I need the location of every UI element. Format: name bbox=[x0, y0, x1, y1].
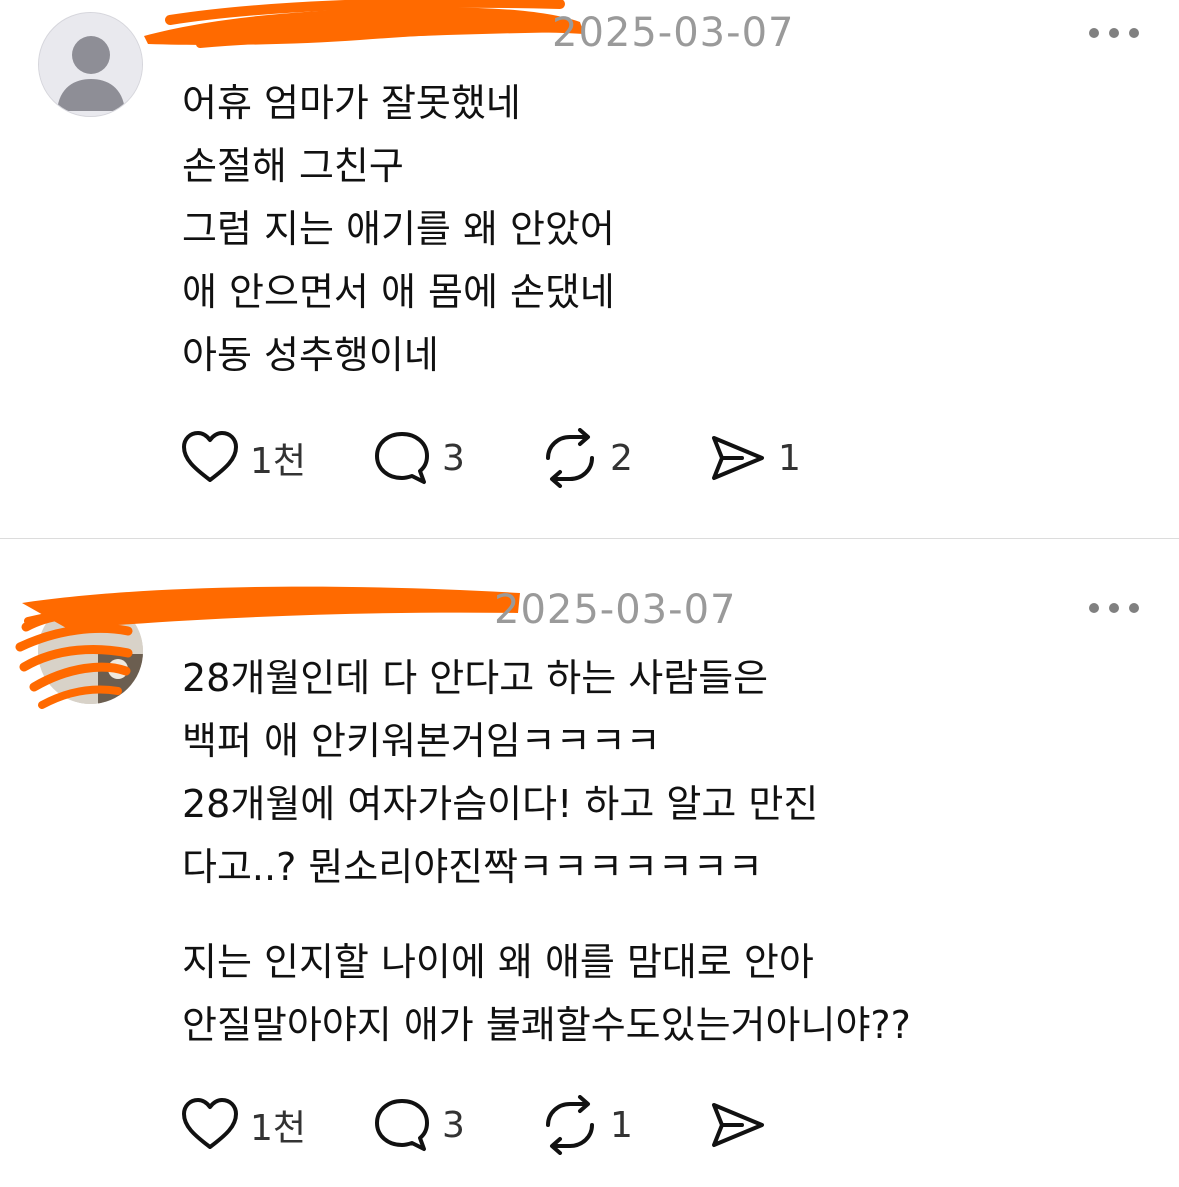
redacted-username-scribble bbox=[144, 0, 584, 48]
action-bar: 1천 3 1 bbox=[180, 1095, 880, 1155]
post-text-line: 28개월인데 다 안다고 하는 사람들은 bbox=[182, 656, 769, 700]
post-date: 2025-03-07 bbox=[494, 587, 737, 633]
repost-button[interactable]: 1 bbox=[540, 1095, 633, 1155]
post-card: 2025-03-07 28개월인데 다 안다고 하는 사람들은 백퍼 애 안키워… bbox=[0, 538, 1179, 1187]
post-text-line: 다고..? 뭔소리야진짝ㅋㅋㅋㅋㅋㅋㅋ bbox=[182, 845, 763, 889]
like-count: 1천 bbox=[250, 1108, 307, 1149]
post-text-line: 그럼 지는 애기를 왜 안았어 bbox=[182, 207, 615, 251]
heart-icon bbox=[182, 1098, 238, 1149]
default-avatar-icon bbox=[39, 13, 142, 116]
heart-icon bbox=[182, 431, 238, 482]
post-text-line: 아동 성추행이네 bbox=[182, 333, 439, 377]
reply-button[interactable]: 3 bbox=[372, 1095, 465, 1155]
action-bar: 1천 3 2 1 bbox=[180, 428, 880, 488]
repost-icon bbox=[546, 1095, 594, 1155]
like-count: 1천 bbox=[250, 441, 307, 482]
share-count: 1 bbox=[778, 437, 801, 479]
like-button[interactable]: 1천 bbox=[180, 428, 306, 488]
post-text-line: 손절해 그친구 bbox=[182, 144, 404, 188]
share-button[interactable] bbox=[708, 1095, 778, 1155]
share-send-icon bbox=[712, 436, 764, 480]
post-text-line: 안질말아야지 애가 불쾌할수도있는거아니야?? bbox=[182, 1003, 911, 1047]
more-dots-icon[interactable] bbox=[1089, 26, 1139, 40]
post-date: 2025-03-07 bbox=[552, 10, 795, 56]
reply-bubble-icon bbox=[375, 1099, 429, 1151]
post-card: 2025-03-07 어휴 엄마가 잘못했네 손절해 그친구 그럼 지는 애기를… bbox=[0, 0, 1179, 538]
share-send-icon bbox=[712, 1103, 764, 1147]
repost-button[interactable]: 2 bbox=[540, 428, 633, 488]
post-text-line: 지는 인지할 나이에 왜 애를 맘대로 안아 bbox=[182, 940, 814, 984]
post-body: 어휴 엄마가 잘못했네 손절해 그친구 그럼 지는 애기를 왜 안았어 애 안으… bbox=[182, 72, 1142, 387]
share-button[interactable]: 1 bbox=[708, 428, 801, 488]
repost-count: 2 bbox=[610, 437, 633, 479]
reply-count: 3 bbox=[442, 1104, 465, 1146]
reply-button[interactable]: 3 bbox=[372, 428, 465, 488]
post-text-line: 어휴 엄마가 잘못했네 bbox=[182, 81, 521, 125]
reply-count: 3 bbox=[442, 437, 465, 479]
post-text-line: 28개월에 여자가슴이다! 하고 알고 만진 bbox=[182, 782, 819, 826]
repost-count: 1 bbox=[610, 1104, 633, 1146]
post-text-line: 애 안으면서 애 몸에 손댔네 bbox=[182, 270, 615, 314]
like-button[interactable]: 1천 bbox=[180, 1095, 306, 1155]
more-dots-icon[interactable] bbox=[1089, 601, 1139, 615]
post-body: 28개월인데 다 안다고 하는 사람들은 백퍼 애 안키워본거임ㅋㅋㅋㅋ 28개… bbox=[182, 647, 1142, 1057]
avatar[interactable] bbox=[38, 12, 143, 117]
repost-icon bbox=[546, 428, 594, 488]
reply-bubble-icon bbox=[375, 432, 429, 484]
post-text-line: 백퍼 애 안키워본거임ㅋㅋㅋㅋ bbox=[182, 719, 661, 763]
